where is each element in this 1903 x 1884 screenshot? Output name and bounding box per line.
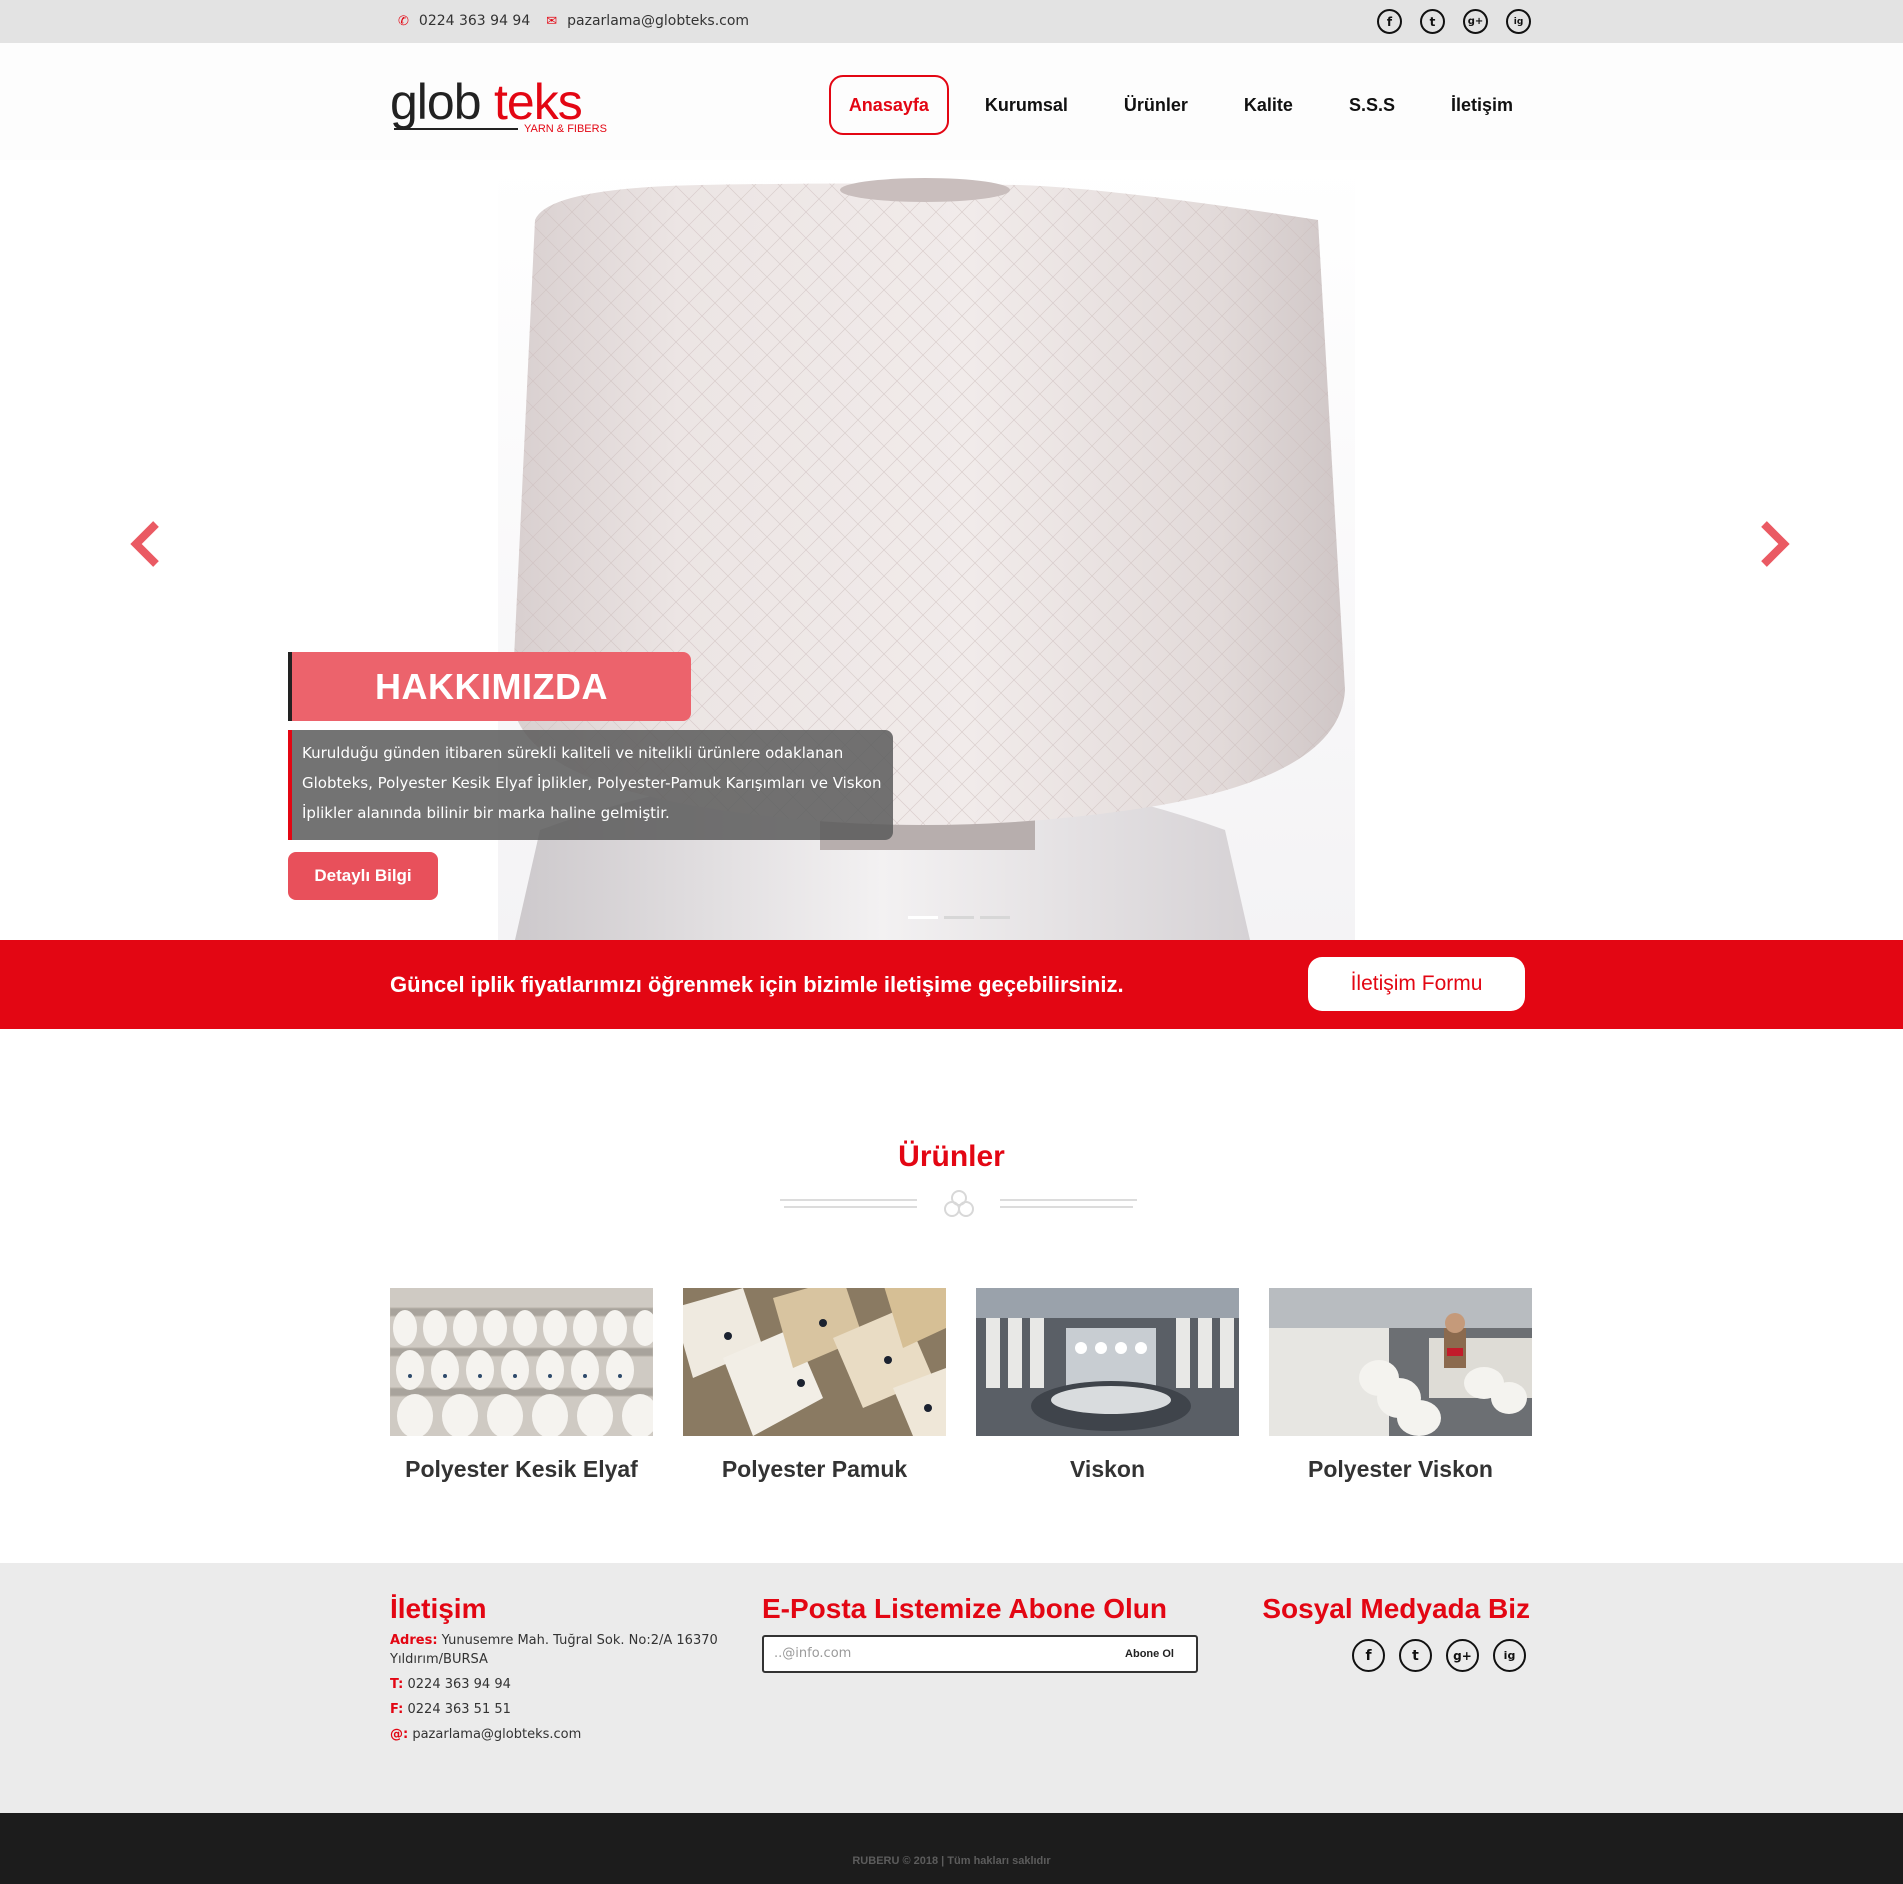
cta-text: Güncel iplik fiyatlarımızı öğrenmek için… bbox=[390, 972, 1124, 997]
products-title: Ürünler bbox=[898, 1140, 1005, 1173]
top-social: f t g+ ig bbox=[1377, 9, 1531, 34]
product-image[interactable] bbox=[976, 1288, 1239, 1436]
subscribe-email-input[interactable]: ..@info.com bbox=[764, 1637, 1103, 1671]
google-plus-icon[interactable]: g+ bbox=[1446, 1639, 1479, 1672]
google-plus-icon[interactable]: g+ bbox=[1463, 9, 1488, 34]
footer-phone: T: 0224 363 94 94 bbox=[390, 1677, 511, 1692]
slider-indicators bbox=[908, 916, 1010, 919]
twitter-icon[interactable]: t bbox=[1420, 9, 1445, 34]
twitter-icon[interactable]: t bbox=[1399, 1639, 1432, 1672]
top-bar: ✆ 0224 363 94 94 ✉ pazarlama@globteks.co… bbox=[0, 0, 1903, 43]
cta-bar: Güncel iplik fiyatlarımızı öğrenmek için… bbox=[0, 940, 1903, 1029]
svg-text:teks: teks bbox=[494, 75, 582, 130]
top-email[interactable]: ✉ pazarlama@globteks.com bbox=[546, 13, 749, 29]
slide-title: HAKKIMIZDA bbox=[288, 652, 691, 721]
bottom-bar: RUBERU © 2018 | Tüm hakları saklıdır bbox=[0, 1813, 1903, 1884]
product-image[interactable] bbox=[683, 1288, 946, 1436]
main-nav: Anasayfa Kurumsal Ürünler Kalite S.S.S İ… bbox=[813, 75, 1533, 135]
subscribe-button[interactable]: Abone Ol bbox=[1103, 1637, 1196, 1671]
facebook-icon[interactable]: f bbox=[1377, 9, 1402, 34]
slide-detail-button[interactable]: Detaylı Bilgi bbox=[288, 852, 438, 900]
social-title: Sosyal Medyada Biz bbox=[1262, 1593, 1530, 1624]
yarn-balls-icon bbox=[944, 1190, 974, 1217]
svg-text:YARN & FIBERS: YARN & FIBERS bbox=[524, 123, 607, 135]
copyright: RUBERU © 2018 | Tüm hakları saklıdır bbox=[852, 1855, 1051, 1867]
slider-dot-3[interactable] bbox=[980, 916, 1010, 919]
instagram-icon[interactable]: ig bbox=[1493, 1639, 1526, 1672]
slide-text: Kurulduğu günden itibaren sürekli kalite… bbox=[288, 730, 893, 840]
product-name[interactable]: Viskon bbox=[976, 1456, 1239, 1483]
subscribe-title: E-Posta Listemize Abone Olun bbox=[762, 1593, 1168, 1624]
phone-icon: ✆ bbox=[398, 13, 409, 29]
logo[interactable]: glob teks YARN & FIBERS bbox=[390, 74, 615, 142]
top-email-text: pazarlama@globteks.com bbox=[567, 13, 750, 29]
instagram-icon[interactable]: ig bbox=[1506, 9, 1531, 34]
product-image[interactable] bbox=[1269, 1288, 1532, 1436]
product-name[interactable]: Polyester Viskon bbox=[1269, 1456, 1532, 1483]
footer: İletişim Adres: Yunusemre Mah. Tuğral So… bbox=[0, 1563, 1903, 1813]
product-card[interactable]: Polyester Viskon bbox=[1269, 1288, 1532, 1483]
footer-social: Sosyal Medyada Biz f t g+ ig bbox=[1262, 1593, 1530, 1672]
product-name[interactable]: Polyester Kesik Elyaf bbox=[390, 1456, 653, 1483]
slider-dot-1[interactable] bbox=[908, 916, 938, 919]
header: glob teks YARN & FIBERS Anasayfa Kurumsa… bbox=[0, 43, 1903, 160]
top-contact: ✆ 0224 363 94 94 ✉ pazarlama@globteks.co… bbox=[398, 13, 765, 29]
footer-address: Adres: Yunusemre Mah. Tuğral Sok. No:2/A… bbox=[390, 1633, 718, 1667]
section-divider bbox=[780, 1190, 1140, 1225]
footer-social-icons: f t g+ ig bbox=[1262, 1639, 1526, 1672]
product-image[interactable] bbox=[390, 1288, 653, 1436]
product-card[interactable]: Polyester Pamuk bbox=[683, 1288, 946, 1483]
envelope-icon: ✉ bbox=[546, 13, 558, 29]
footer-subscribe: E-Posta Listemize Abone Olun ..@info.com… bbox=[762, 1593, 1198, 1673]
top-phone-text: 0224 363 94 94 bbox=[418, 13, 531, 29]
facebook-icon[interactable]: f bbox=[1352, 1639, 1385, 1672]
footer-email[interactable]: @: pazarlama@globteks.com bbox=[390, 1725, 750, 1744]
yarn-cone-image bbox=[498, 160, 1355, 940]
nav-sss[interactable]: S.S.S bbox=[1329, 75, 1415, 135]
nav-iletisim[interactable]: İletişim bbox=[1431, 75, 1533, 135]
nav-kalite[interactable]: Kalite bbox=[1224, 75, 1313, 135]
nav-urunler[interactable]: Ürünler bbox=[1104, 75, 1208, 135]
product-grid: Polyester Kesik Elyaf Polyester Pamuk Vi… bbox=[390, 1288, 1532, 1483]
slider-prev-icon[interactable] bbox=[128, 520, 162, 573]
svg-text:glob: glob bbox=[390, 75, 481, 130]
product-card[interactable]: Polyester Kesik Elyaf bbox=[390, 1288, 653, 1483]
product-card[interactable]: Viskon bbox=[976, 1288, 1239, 1483]
nav-kurumsal[interactable]: Kurumsal bbox=[965, 75, 1088, 135]
slider-next-icon[interactable] bbox=[1758, 520, 1792, 573]
footer-fax: F: 0224 363 51 51 bbox=[390, 1702, 511, 1717]
top-phone[interactable]: ✆ 0224 363 94 94 bbox=[398, 13, 530, 29]
footer-contact-title: İletişim bbox=[390, 1593, 487, 1624]
globteks-logo: glob teks YARN & FIBERS bbox=[390, 74, 607, 135]
nav-anasayfa[interactable]: Anasayfa bbox=[828, 75, 949, 135]
slider-dot-2[interactable] bbox=[944, 916, 974, 919]
hero-slider: HAKKIMIZDA Kurulduğu günden itibaren sür… bbox=[0, 160, 1903, 940]
footer-contact: İletişim Adres: Yunusemre Mah. Tuğral So… bbox=[390, 1593, 750, 1744]
contact-form-button[interactable]: İletişim Formu bbox=[1308, 957, 1525, 1011]
subscribe-form: ..@info.com Abone Ol bbox=[762, 1635, 1198, 1673]
product-name[interactable]: Polyester Pamuk bbox=[683, 1456, 946, 1483]
